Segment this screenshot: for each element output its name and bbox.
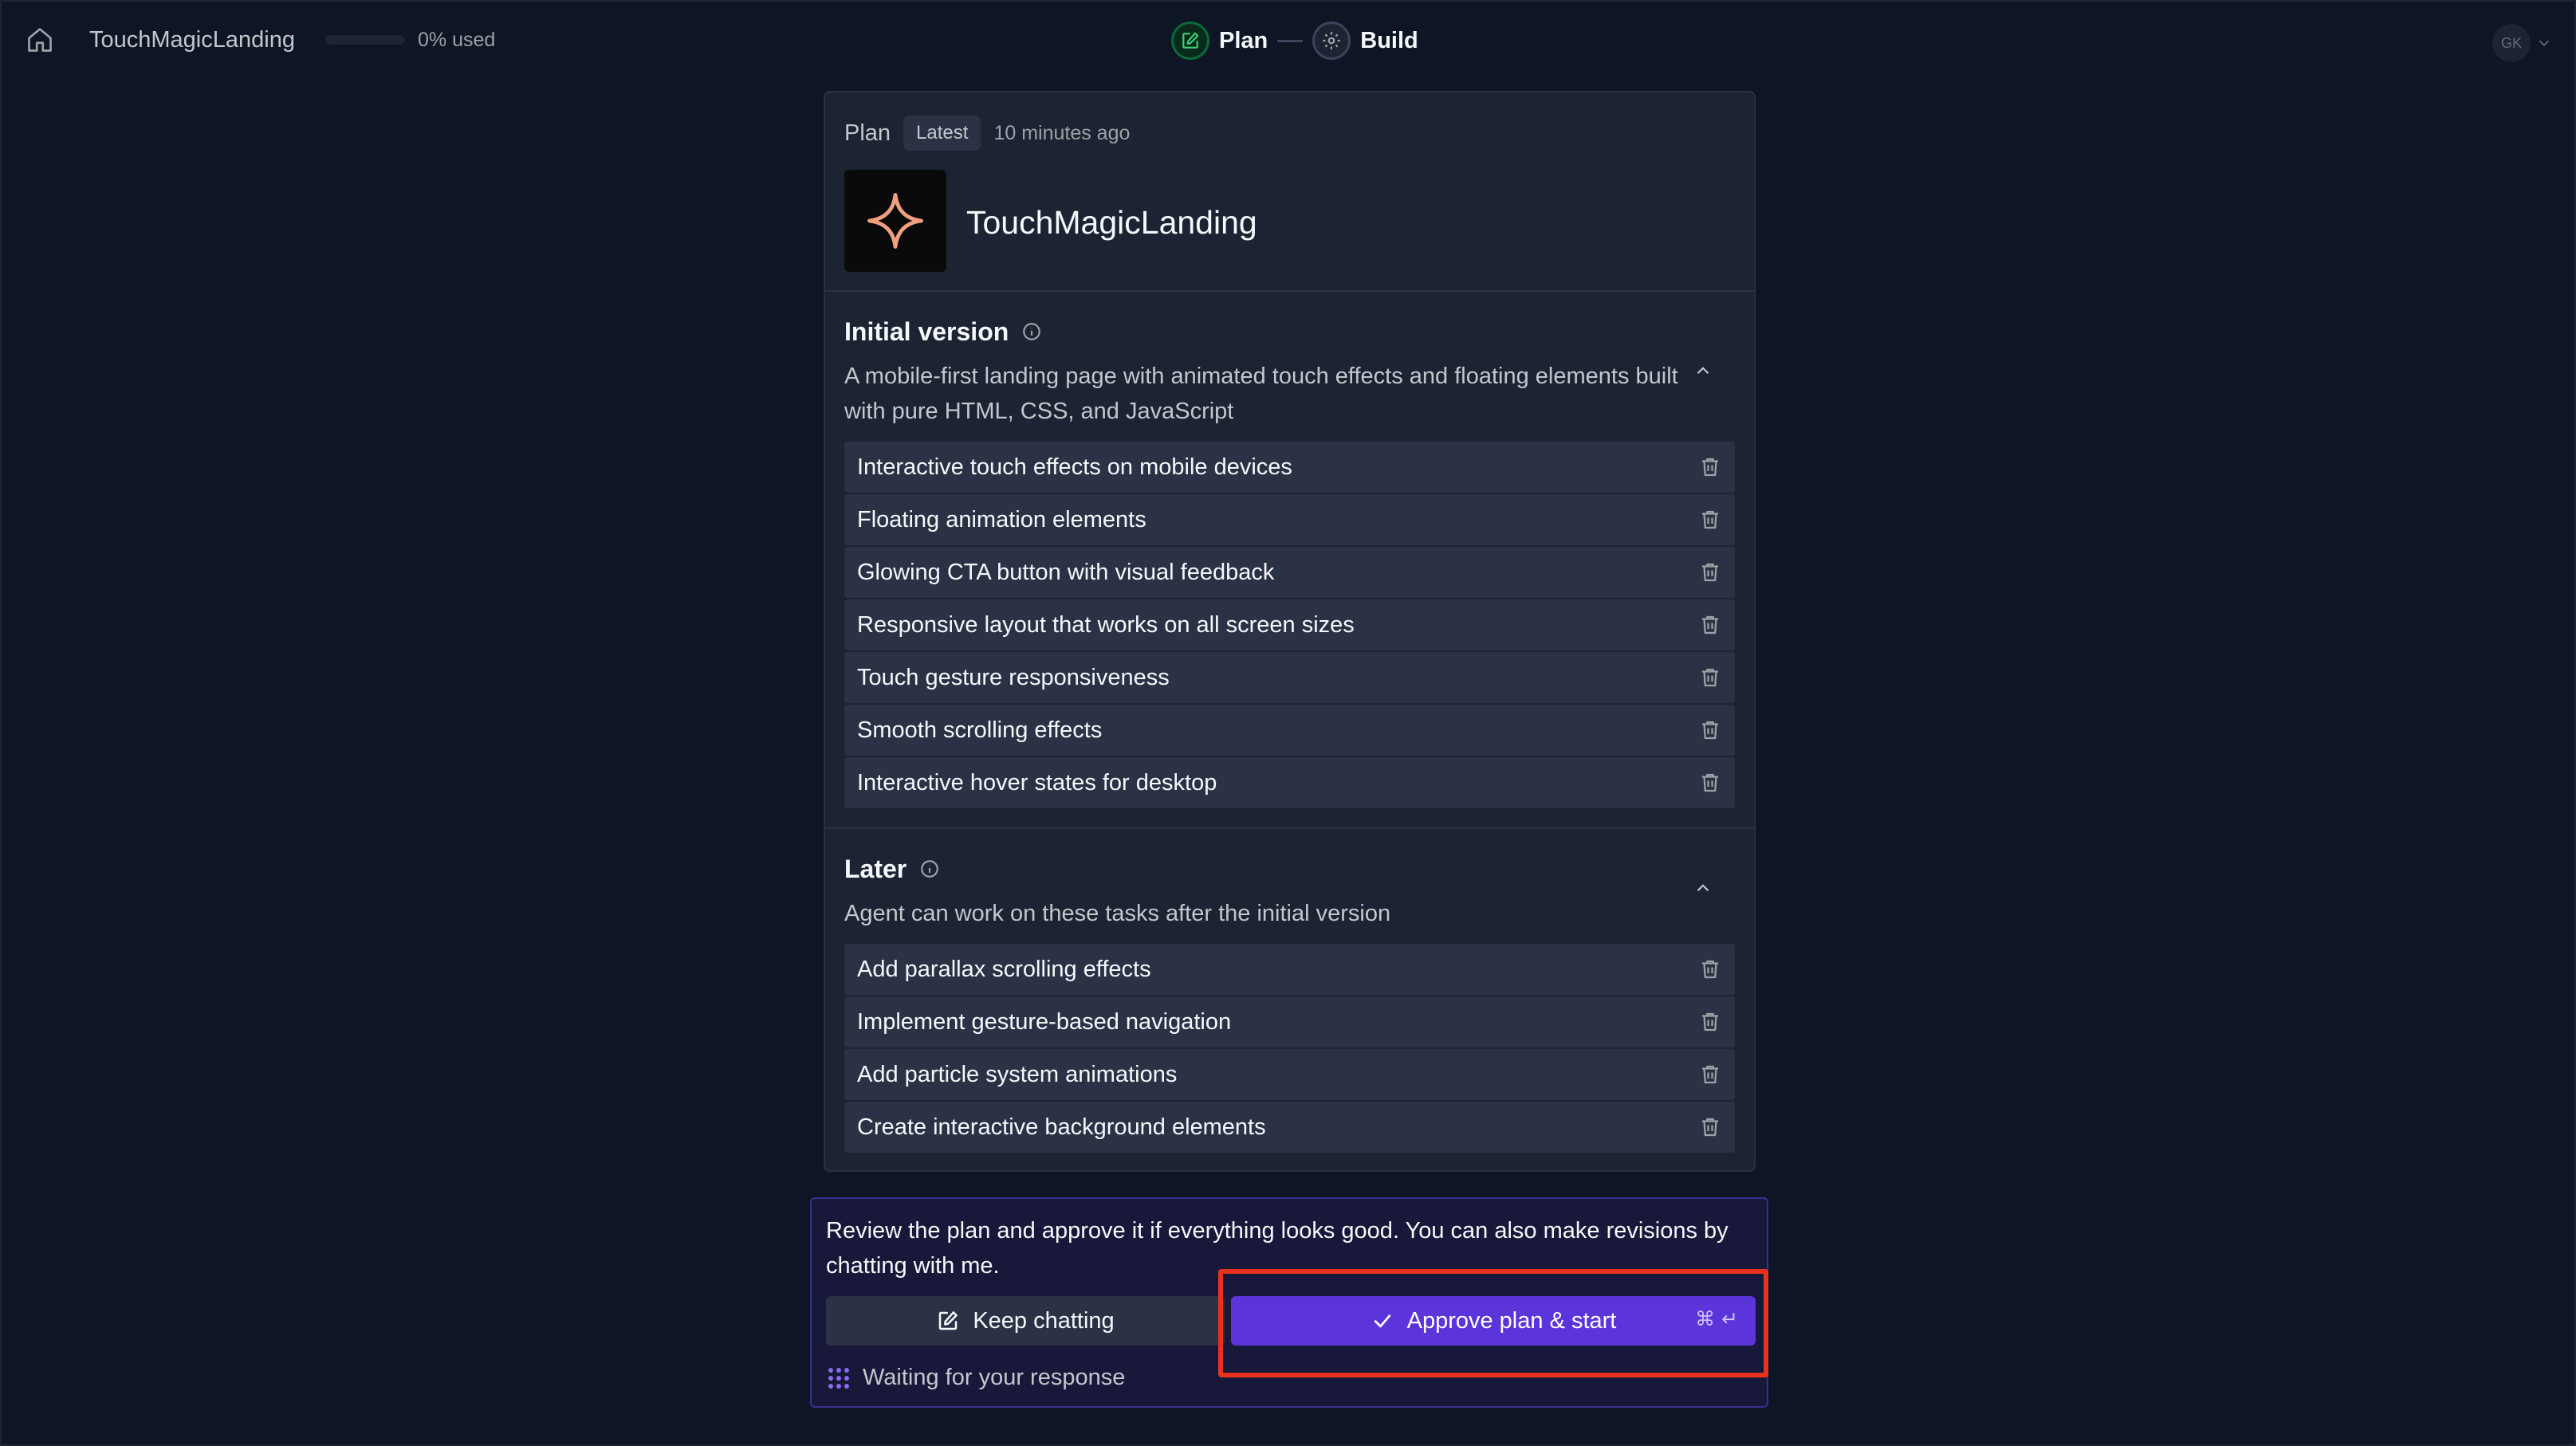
step-build-label[interactable]: Build bbox=[1360, 28, 1418, 54]
initial-version-description: A mobile-first landing page with animate… bbox=[844, 363, 1678, 424]
info-icon[interactable] bbox=[919, 859, 940, 879]
loading-dots-icon bbox=[828, 1367, 849, 1389]
initial-version-title: Initial version bbox=[844, 316, 1009, 346]
project-name[interactable]: TouchMagicLanding bbox=[89, 26, 295, 54]
list-item[interactable]: Implement gesture-based navigation bbox=[844, 996, 1735, 1047]
edit-icon[interactable] bbox=[1171, 22, 1209, 60]
trash-icon[interactable] bbox=[1698, 613, 1722, 637]
list-item-text: Create interactive background elements bbox=[857, 1114, 1266, 1140]
list-item[interactable]: Add parallax scrolling effects bbox=[844, 944, 1735, 995]
divider bbox=[825, 827, 1754, 829]
later-title: Later bbox=[844, 854, 907, 883]
waiting-text: Waiting for your response bbox=[863, 1365, 1126, 1390]
list-item[interactable]: Interactive hover states for desktop bbox=[844, 757, 1735, 808]
later-list: Add parallax scrolling effects Implement … bbox=[844, 944, 1735, 1154]
chevron-up-icon[interactable] bbox=[1693, 878, 1713, 898]
list-item-text: Interactive touch effects on mobile devi… bbox=[857, 454, 1292, 480]
list-item[interactable]: Floating animation elements bbox=[844, 494, 1735, 545]
list-item[interactable]: Create interactive background elements bbox=[844, 1102, 1735, 1153]
list-item[interactable]: Responsive layout that works on all scre… bbox=[844, 599, 1735, 650]
list-item[interactable]: Interactive touch effects on mobile devi… bbox=[844, 442, 1735, 493]
edit-icon bbox=[939, 1311, 958, 1330]
plan-label: Plan bbox=[844, 120, 891, 146]
gear-icon[interactable] bbox=[1312, 22, 1351, 60]
trash-icon[interactable] bbox=[1698, 560, 1722, 584]
latest-badge: Latest bbox=[903, 116, 981, 151]
step-separator bbox=[1277, 39, 1304, 42]
keep-chatting-label: Keep chatting bbox=[973, 1307, 1115, 1334]
app-window: TouchMagicLanding 0% used Plan Build GK … bbox=[0, 0, 2576, 1446]
plan-build-stepper: Plan Build bbox=[1171, 21, 1418, 61]
list-item[interactable]: Glowing CTA button with visual feedback bbox=[844, 547, 1735, 598]
list-item-text: Interactive hover states for desktop bbox=[857, 769, 1217, 796]
keyboard-shortcut: ⌘ ↵ bbox=[1695, 1307, 1738, 1330]
usage-progress-bar bbox=[325, 35, 405, 45]
trash-icon[interactable] bbox=[1698, 771, 1722, 795]
trash-icon[interactable] bbox=[1698, 957, 1722, 981]
plan-timestamp: 10 minutes ago bbox=[993, 121, 1131, 144]
later-description: Agent can work on these tasks after the … bbox=[844, 901, 1391, 926]
app-title: TouchMagicLanding bbox=[966, 204, 1257, 241]
trash-icon[interactable] bbox=[1698, 508, 1722, 532]
plan-card: Plan Latest 10 minutes ago TouchMagicLan… bbox=[824, 91, 1756, 1172]
review-message: Review the plan and approve it if everyt… bbox=[826, 1218, 1728, 1279]
sparkle-icon bbox=[867, 193, 923, 249]
top-bar: TouchMagicLanding 0% used Plan Build GK bbox=[2, 2, 2576, 80]
review-panel: Review the plan and approve it if everyt… bbox=[810, 1197, 1768, 1408]
list-item-text: Add parallax scrolling effects bbox=[857, 956, 1151, 982]
approve-plan-button[interactable]: Approve plan & start ⌘ ↵ bbox=[1231, 1296, 1756, 1346]
list-item-text: Glowing CTA button with visual feedback bbox=[857, 559, 1275, 585]
initial-version-heading: Initial version bbox=[844, 312, 1042, 351]
trash-icon[interactable] bbox=[1698, 1010, 1722, 1034]
initial-version-list: Interactive touch effects on mobile devi… bbox=[844, 442, 1735, 810]
usage-text: 0% used bbox=[418, 29, 496, 51]
list-item-text: Responsive layout that works on all scre… bbox=[857, 611, 1355, 638]
info-icon[interactable] bbox=[1021, 321, 1042, 342]
plan-header: Plan Latest 10 minutes ago bbox=[844, 115, 1130, 151]
list-item[interactable]: Touch gesture responsiveness bbox=[844, 652, 1735, 703]
waiting-status: Waiting for your response bbox=[826, 1365, 1125, 1391]
check-icon bbox=[1374, 1314, 1390, 1328]
home-icon[interactable] bbox=[26, 26, 54, 54]
trash-icon[interactable] bbox=[1698, 455, 1722, 479]
chevron-up-icon[interactable] bbox=[1693, 360, 1713, 381]
divider bbox=[825, 290, 1754, 292]
list-item-text: Smooth scrolling effects bbox=[857, 717, 1103, 743]
keep-chatting-button[interactable]: Keep chatting bbox=[826, 1296, 1225, 1346]
trash-icon[interactable] bbox=[1698, 718, 1722, 742]
list-item[interactable]: Add particle system animations bbox=[844, 1049, 1735, 1100]
trash-icon[interactable] bbox=[1698, 1063, 1722, 1086]
trash-icon[interactable] bbox=[1698, 666, 1722, 690]
user-menu[interactable]: GK bbox=[2492, 24, 2553, 62]
list-item-text: Add particle system animations bbox=[857, 1061, 1178, 1087]
list-item-text: Floating animation elements bbox=[857, 506, 1146, 532]
list-item-text: Implement gesture-based navigation bbox=[857, 1008, 1232, 1035]
list-item-text: Touch gesture responsiveness bbox=[857, 664, 1170, 690]
app-logo bbox=[844, 170, 946, 272]
approve-plan-label: Approve plan & start bbox=[1406, 1307, 1617, 1334]
later-heading: Later bbox=[844, 850, 940, 888]
list-item[interactable]: Smooth scrolling effects bbox=[844, 705, 1735, 756]
chevron-down-icon bbox=[2539, 40, 2550, 47]
trash-icon[interactable] bbox=[1698, 1115, 1722, 1139]
step-plan-label[interactable]: Plan bbox=[1219, 28, 1268, 54]
avatar[interactable]: GK bbox=[2492, 24, 2531, 62]
